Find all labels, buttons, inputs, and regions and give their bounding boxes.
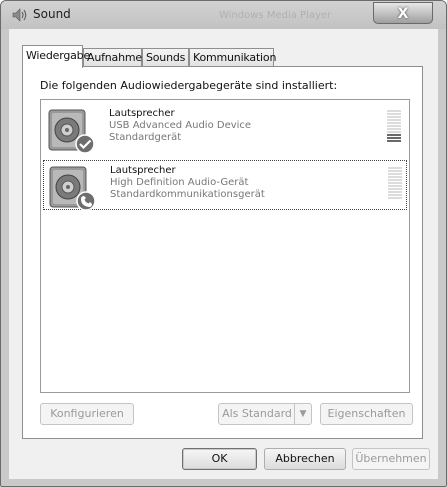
meter-segment xyxy=(388,185,402,187)
tab-aufnahme[interactable]: Aufnahme xyxy=(83,48,142,66)
device-status: Standardkommunikationsgerät xyxy=(110,189,265,200)
close-icon: X xyxy=(397,6,409,22)
meter-segment xyxy=(388,170,402,172)
list-item-device[interactable]: Lautsprecher High Definition Audio-Gerät… xyxy=(43,160,407,211)
background-window-title: Windows Media Player xyxy=(219,10,332,21)
speaker-icon xyxy=(49,166,96,211)
meter-segment xyxy=(387,134,401,136)
properties-button[interactable]: Eigenschaften xyxy=(320,403,413,425)
installed-devices-heading: Die folgenden Audiowiedergabegeräte sind… xyxy=(40,79,338,92)
tab-wiedergabe[interactable]: Wiedergabe xyxy=(22,45,90,68)
meter-segment xyxy=(387,116,401,118)
tab-kommunikation[interactable]: Kommunikation xyxy=(189,48,276,66)
device-name: Lautsprecher xyxy=(110,165,176,176)
tab-sounds[interactable]: Sounds xyxy=(142,48,189,66)
configure-button[interactable]: Konfigurieren xyxy=(40,403,134,425)
volume-level-meter xyxy=(388,167,402,203)
meter-segment xyxy=(387,131,401,133)
sound-speaker-icon xyxy=(12,8,27,22)
meter-segment xyxy=(388,197,402,199)
set-default-button[interactable]: Als Standard ▼ xyxy=(218,403,312,425)
playback-device-list[interactable]: Lautsprecher USB Advanced Audio Device S… xyxy=(40,99,410,393)
volume-level-meter xyxy=(387,110,401,146)
close-button[interactable]: X xyxy=(373,2,433,24)
meter-segment xyxy=(388,182,402,184)
apply-button[interactable]: Übernehmen xyxy=(352,448,430,470)
ok-button[interactable]: OK xyxy=(182,448,257,470)
meter-segment xyxy=(388,194,402,196)
meter-segment xyxy=(387,119,401,121)
chevron-down-icon[interactable]: ▼ xyxy=(294,404,311,424)
device-name: Lautsprecher xyxy=(109,108,175,119)
meter-segment xyxy=(387,140,401,142)
cancel-button[interactable]: Abbrechen xyxy=(264,448,346,470)
list-item-device[interactable]: Lautsprecher USB Advanced Audio Device S… xyxy=(43,104,407,154)
meter-segment xyxy=(387,137,401,139)
title-bar[interactable]: Sound Windows Media Player X xyxy=(1,1,446,29)
set-default-label: Als Standard xyxy=(222,407,292,420)
meter-segment xyxy=(387,110,401,112)
meter-segment xyxy=(387,122,401,124)
device-description: USB Advanced Audio Device xyxy=(109,120,252,131)
meter-segment xyxy=(387,125,401,127)
meter-segment xyxy=(388,176,402,178)
meter-segment xyxy=(388,191,402,193)
window-title: Sound xyxy=(33,7,71,21)
meter-segment xyxy=(387,128,401,130)
speaker-icon xyxy=(48,109,95,154)
meter-segment xyxy=(388,179,402,181)
meter-segment xyxy=(388,173,402,175)
meter-segment xyxy=(387,113,401,115)
meter-segment xyxy=(388,188,402,190)
device-status: Standardgerät xyxy=(109,132,182,143)
device-description: High Definition Audio-Gerät xyxy=(110,177,249,188)
meter-segment xyxy=(388,167,402,169)
